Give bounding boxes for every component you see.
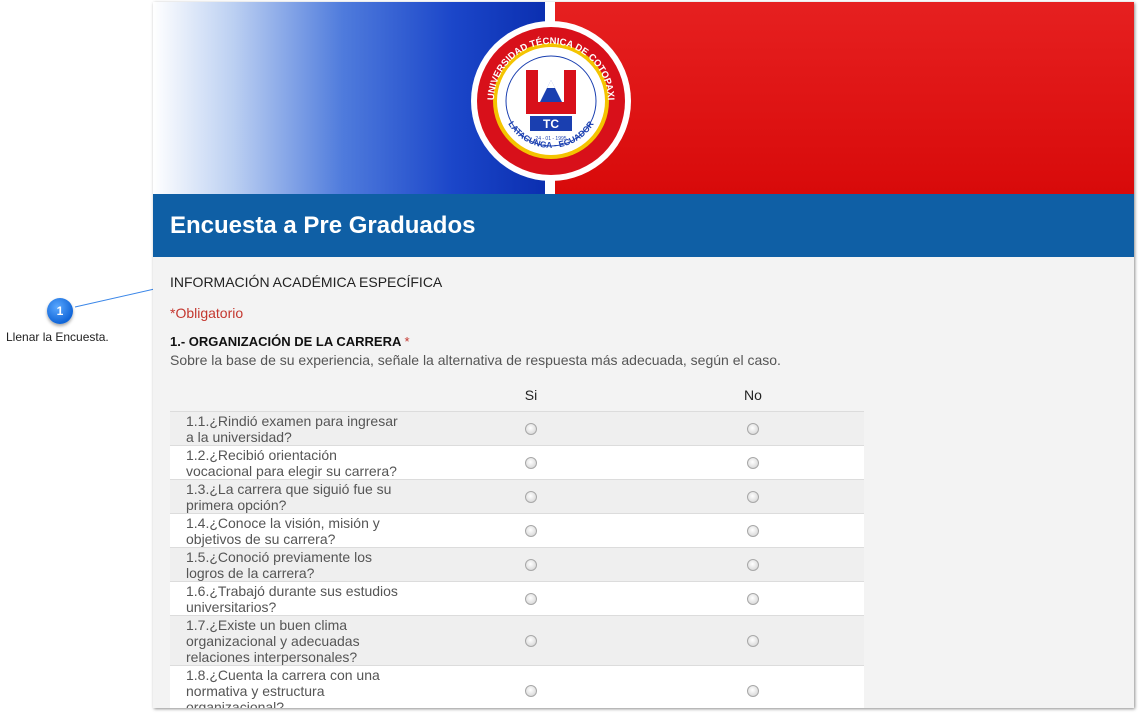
- row-label-line: 1.1.¿Rindió examen para ingresar: [186, 412, 398, 429]
- row-label-line: 1.2.¿Recibió orientación: [186, 446, 337, 463]
- row-label-line: vocacional para elegir su carrera?: [186, 462, 397, 479]
- row-label-line: 1.8.¿Cuenta la carrera con una: [186, 666, 380, 683]
- column-header-si: Si: [524, 386, 538, 403]
- required-asterisk: *: [404, 334, 410, 349]
- grid-row: 1.2.¿Recibió orientación vocacional para …: [170, 445, 864, 479]
- svg-text:TC: TC: [543, 117, 559, 131]
- section-title: INFORMACIÓN ACADÉMICA ESPECÍFICA: [170, 274, 443, 290]
- radio-si[interactable]: [525, 634, 537, 647]
- radio-si[interactable]: [525, 456, 537, 469]
- row-label-line: objetivos de su carrera?: [186, 530, 336, 547]
- radio-si[interactable]: [525, 558, 537, 571]
- question-help-text: Sobre la base de su experiencia, señale …: [170, 352, 781, 368]
- radio-si[interactable]: [525, 684, 537, 697]
- cell-si: [420, 422, 642, 435]
- cell-si: [420, 524, 642, 537]
- radio-no[interactable]: [747, 592, 759, 605]
- row-label-line: 1.3.¿La carrera que siguió fue su: [186, 480, 392, 497]
- row-label-line: organizacional y adecuadas: [186, 632, 360, 649]
- cell-no: [642, 634, 864, 647]
- row-label-line: primera opción?: [186, 496, 287, 513]
- row-label-line: 1.4.¿Conoce la visión, misión y: [186, 514, 380, 531]
- row-label-line: normativa y estructura: [186, 682, 325, 699]
- column-header-no: No: [744, 386, 762, 403]
- row-label-line: 1.7.¿Existe un buen clima: [186, 616, 348, 633]
- row-label: 1.4.¿Conoce la visión, misión y objetivos…: [170, 515, 420, 547]
- header-banner-red: [555, 2, 1134, 194]
- grid-row: 1.8.¿Cuenta la carrera con una normativa …: [170, 665, 864, 708]
- survey-form: UNIVERSIDAD TÉCNICA DE COTOPAXI LATACUNG…: [153, 2, 1134, 708]
- row-label: 1.6.¿Trabajó durante sus estudios univers…: [170, 583, 420, 615]
- callout-number-badge: 1: [47, 298, 73, 324]
- university-seal-logo: UNIVERSIDAD TÉCNICA DE COTOPAXI LATACUNG…: [471, 21, 631, 181]
- form-title-bar: Encuesta a Pre Graduados: [153, 194, 1134, 257]
- row-label: 1.8.¿Cuenta la carrera con una normativa …: [170, 667, 420, 709]
- grid-header: Si No: [170, 378, 864, 411]
- row-label-line: universitarios?: [186, 598, 277, 615]
- question-grid: Si No 1.1.¿Rindió examen para ingresar a …: [170, 378, 864, 708]
- seal-date: 24 - 01 - 1995: [535, 136, 566, 142]
- form-title: Encuesta a Pre Graduados: [170, 211, 476, 239]
- cell-no: [642, 684, 864, 697]
- row-label: 1.1.¿Rindió examen para ingresar a la uni…: [170, 413, 420, 445]
- cell-si: [420, 634, 642, 647]
- radio-si[interactable]: [525, 524, 537, 537]
- cell-si: [420, 684, 642, 697]
- row-label-line: logros de la carrera?: [186, 564, 315, 581]
- radio-si[interactable]: [525, 592, 537, 605]
- row-label: 1.3.¿La carrera que siguió fue su primera…: [170, 481, 420, 513]
- cell-si: [420, 592, 642, 605]
- cell-si: [420, 456, 642, 469]
- grid-row: 1.5.¿Conoció previamente los logros de la…: [170, 547, 864, 581]
- row-label: 1.7.¿Existe un buen clima organizacional …: [170, 617, 420, 665]
- row-label-line: 1.6.¿Trabajó durante sus estudios: [186, 582, 398, 599]
- radio-si[interactable]: [525, 422, 537, 435]
- question-title-text: 1.- ORGANIZACIÓN DE LA CARRERA: [170, 334, 401, 349]
- row-label-line: organizacional?: [186, 698, 285, 709]
- cell-no: [642, 456, 864, 469]
- radio-no[interactable]: [747, 684, 759, 697]
- cell-no: [642, 592, 864, 605]
- grid-row: 1.3.¿La carrera que siguió fue su primera…: [170, 479, 864, 513]
- cell-si: [420, 490, 642, 503]
- row-label: 1.5.¿Conoció previamente los logros de la…: [170, 549, 420, 581]
- row-label: 1.2.¿Recibió orientación vocacional para …: [170, 447, 420, 479]
- radio-no[interactable]: [747, 634, 759, 647]
- question-title: 1.- ORGANIZACIÓN DE LA CARRERA *: [170, 334, 410, 349]
- callout-label: Llenar la Encuesta.: [6, 330, 109, 344]
- cell-no: [642, 490, 864, 503]
- required-note: *Obligatorio: [170, 305, 244, 321]
- grid-row: 1.1.¿Rindió examen para ingresar a la uni…: [170, 411, 864, 445]
- row-label-line: 1.5.¿Conoció previamente los: [186, 548, 372, 565]
- row-label-line: relaciones interpersonales?: [186, 648, 358, 665]
- radio-no[interactable]: [747, 490, 759, 503]
- grid-row: 1.7.¿Existe un buen clima organizacional …: [170, 615, 864, 665]
- grid-rows: 1.1.¿Rindió examen para ingresar a la uni…: [170, 411, 864, 708]
- cell-no: [642, 558, 864, 571]
- radio-si[interactable]: [525, 490, 537, 503]
- radio-no[interactable]: [747, 524, 759, 537]
- cell-no: [642, 422, 864, 435]
- row-label-line: a la universidad?: [186, 428, 292, 445]
- cell-no: [642, 524, 864, 537]
- radio-no[interactable]: [747, 422, 759, 435]
- radio-no[interactable]: [747, 558, 759, 571]
- radio-no[interactable]: [747, 456, 759, 469]
- grid-row: 1.6.¿Trabajó durante sus estudios univers…: [170, 581, 864, 615]
- cell-si: [420, 558, 642, 571]
- grid-row: 1.4.¿Conoce la visión, misión y objetivos…: [170, 513, 864, 547]
